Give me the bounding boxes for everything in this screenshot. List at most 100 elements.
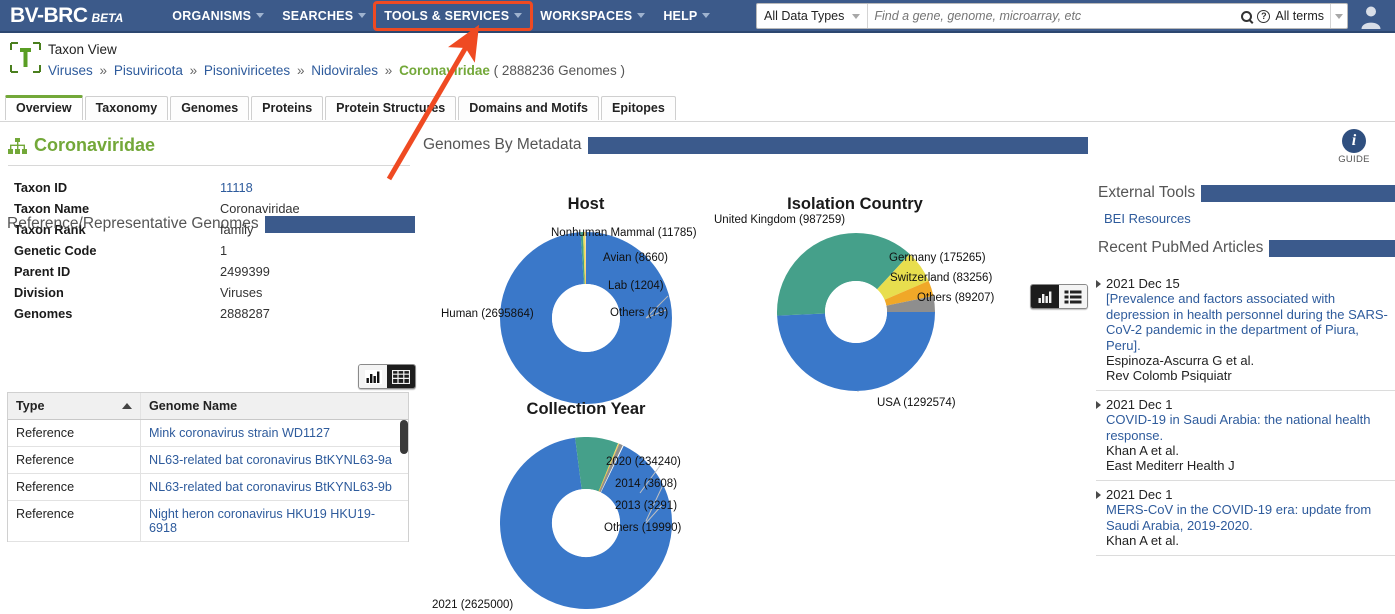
table-view-icon	[392, 369, 410, 384]
search-terms-select[interactable]	[1330, 4, 1347, 28]
chevron-down-icon	[852, 13, 861, 19]
section-header-bar	[1201, 184, 1395, 202]
sort-ascending-icon	[122, 403, 132, 409]
list-item[interactable]: 2021 Dec 15 [Prevalence and factors asso…	[1096, 270, 1395, 391]
recent-pubmed-section-header: Recent PubMed Articles	[1098, 239, 1395, 257]
article-journal: Rev Colomb Psiquiatr	[1106, 368, 1232, 383]
expand-arrow-icon[interactable]	[1096, 280, 1101, 288]
tab-taxonomy[interactable]: Taxonomy	[84, 96, 169, 120]
breadcrumb-item-viruses[interactable]: Viruses	[48, 63, 93, 78]
cell-genome-name[interactable]: NL63-related bat coronavirus BtKYNL63-9b	[141, 474, 408, 500]
article-title[interactable]: MERS-CoV in the COVID-19 era: update fro…	[1106, 502, 1391, 533]
table-row[interactable]: Reference Mink coronavirus strain WD1127	[8, 420, 408, 447]
table-view-button[interactable]	[387, 365, 415, 388]
chevron-down-icon	[256, 13, 265, 18]
breadcrumb-separator: »	[99, 63, 108, 78]
breadcrumb-separator: »	[384, 63, 393, 78]
tab-domains-and-motifs[interactable]: Domains and Motifs	[458, 96, 599, 120]
chevron-down-icon	[1335, 13, 1343, 19]
table-row[interactable]: Reference NL63-related bat coronavirus B…	[8, 447, 408, 474]
article-journal: East Mediterr Health J	[1106, 458, 1235, 473]
menu-organisms-label: ORGANISMS	[172, 8, 252, 23]
label-2014: 2014 (3608)	[615, 478, 678, 490]
top-navigation-bar: BV-BRC BETA ORGANISMS SEARCHES TOOLS & SE…	[0, 0, 1395, 33]
chevron-down-icon	[358, 13, 367, 18]
title-divider	[8, 165, 410, 166]
expand-arrow-icon[interactable]	[1096, 491, 1101, 499]
cell-genome-name[interactable]: NL63-related bat coronavirus BtKYNL63-9a	[141, 447, 408, 473]
cell-genome-name[interactable]: Mink coronavirus strain WD1127	[141, 420, 408, 446]
chart-view-button[interactable]	[1031, 285, 1059, 308]
help-icon[interactable]: ?	[1257, 9, 1271, 23]
menu-searches[interactable]: SEARCHES	[273, 3, 375, 29]
tab-proteins[interactable]: Proteins	[251, 96, 324, 120]
search-input[interactable]	[868, 4, 1236, 28]
guide-link[interactable]: i GUIDE	[1330, 129, 1378, 165]
menu-help-label: HELP	[663, 8, 698, 23]
column-header-type[interactable]: Type	[8, 393, 141, 419]
tab-overview[interactable]: Overview	[5, 95, 83, 120]
list-item[interactable]: 2021 Dec 1 MERS-CoV in the COVID-19 era:…	[1096, 481, 1395, 556]
label-others: Others (19990)	[604, 522, 682, 534]
label-2020: 2020 (234240)	[606, 456, 681, 468]
article-authors: Khan A et al.	[1106, 443, 1180, 458]
fact-row-division: Division Viruses	[14, 282, 300, 303]
fact-key: Genetic Code	[14, 243, 97, 258]
donut-chart-host: Nonhuman Mammal (11785) Avian (8660) Lab…	[441, 227, 697, 404]
tab-bar-divider	[0, 121, 1395, 122]
column-header-type-label: Type	[16, 399, 45, 413]
tab-genomes[interactable]: Genomes	[170, 96, 250, 120]
column-header-genome-name[interactable]: Genome Name	[141, 393, 408, 419]
brand-beta-tag: BETA	[91, 10, 124, 25]
tab-epitopes[interactable]: Epitopes	[601, 96, 676, 120]
donut-chart-collection-year: 2020 (234240) 2014 (3608) 2013 (3291) Ot…	[432, 437, 681, 611]
reference-genomes-view-toggle	[358, 364, 416, 389]
label-usa: USA (1292574)	[877, 397, 956, 409]
leader-line-usa	[857, 391, 874, 405]
taxon-id-link[interactable]: 11118	[220, 180, 253, 195]
table-view-button[interactable]	[1059, 285, 1087, 308]
data-type-value: All Data Types	[764, 9, 845, 23]
menu-workspaces[interactable]: WORKSPACES	[531, 3, 654, 29]
menu-organisms[interactable]: ORGANISMS	[163, 3, 273, 29]
menu-help[interactable]: HELP	[654, 3, 719, 29]
article-title[interactable]: COVID-19 in Saudi Arabia: the national h…	[1106, 412, 1391, 443]
brand-logo[interactable]: BV-BRC BETA	[10, 4, 123, 28]
donut-hole	[825, 281, 887, 343]
search-icon[interactable]	[1241, 10, 1253, 22]
chevron-down-icon	[514, 13, 523, 18]
genomes-by-metadata-section-header: Genomes By Metadata	[423, 136, 1088, 154]
search-terms-value: All terms	[1275, 9, 1324, 23]
breadcrumb-item-pisuviricota[interactable]: Pisuviricota	[114, 63, 183, 78]
fact-row-taxon-id: Taxon ID 11118	[14, 177, 300, 198]
list-item[interactable]: 2021 Dec 1 COVID-19 in Saudi Arabia: the…	[1096, 391, 1395, 481]
table-row[interactable]: Reference NL63-related bat coronavirus B…	[8, 474, 408, 501]
page-title: Coronaviridae	[8, 135, 418, 156]
section-header-bar	[1269, 239, 1395, 257]
fact-value: 2888287	[220, 306, 270, 321]
menu-tools-services-label: TOOLS & SERVICES	[384, 8, 510, 23]
expand-arrow-icon[interactable]	[1096, 401, 1101, 409]
table-header-row: Type Genome Name	[8, 393, 408, 420]
external-tools-section-header: External Tools	[1098, 184, 1395, 202]
label-others: Others (79)	[610, 307, 669, 319]
breadcrumb-separator: »	[296, 63, 305, 78]
fact-value: 1	[220, 243, 228, 258]
bar-chart-icon	[1038, 291, 1051, 303]
external-tool-bei-resources[interactable]: BEI Resources	[1104, 211, 1191, 226]
breadcrumb-item-coronaviridae[interactable]: Coronaviridae	[399, 63, 490, 78]
taxon-view-label: Taxon View	[48, 42, 117, 57]
user-avatar-icon[interactable]	[1359, 4, 1383, 29]
table-scrollbar-thumb[interactable]	[400, 420, 408, 454]
label-nonhuman-mammal: Nonhuman Mammal (11785)	[551, 227, 697, 239]
cell-genome-name[interactable]: Night heron coronavirus HKU19 HKU19-6918	[141, 501, 408, 541]
breadcrumb-item-pisoniviricetes[interactable]: Pisoniviricetes	[204, 63, 290, 78]
menu-tools-services[interactable]: TOOLS & SERVICES	[373, 0, 534, 31]
chart-view-button[interactable]	[359, 365, 387, 388]
data-type-select[interactable]: All Data Types	[757, 4, 869, 28]
article-title[interactable]: [Prevalence and factors associated with …	[1106, 291, 1391, 353]
chart-title-isolation-country: Isolation Country	[787, 195, 923, 213]
breadcrumb-item-nidovirales[interactable]: Nidovirales	[311, 63, 378, 78]
tab-protein-structures[interactable]: Protein Structures	[325, 96, 457, 120]
table-row[interactable]: Reference Night heron coronavirus HKU19 …	[8, 501, 408, 542]
